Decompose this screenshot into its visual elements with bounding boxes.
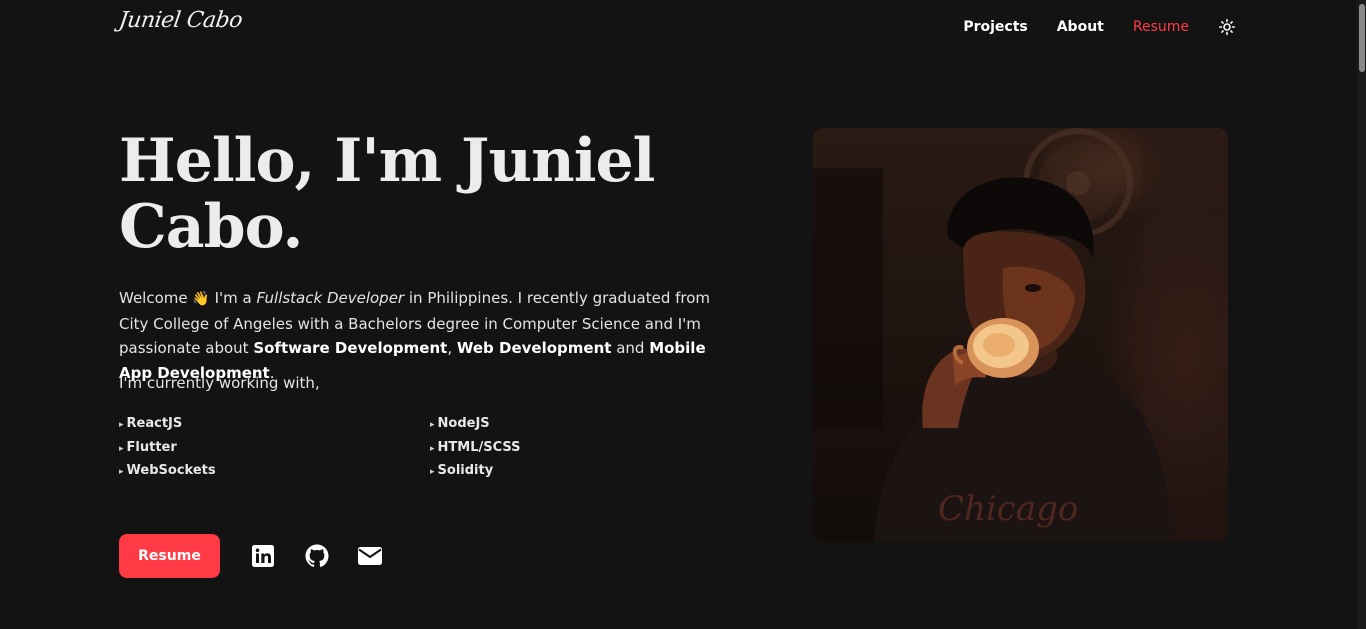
tech-label: NodeJS (437, 416, 490, 431)
nav-projects-link[interactable]: Projects (963, 19, 1027, 35)
tech-label: Flutter (126, 439, 177, 455)
tech-label: Solidity (437, 463, 494, 478)
site-logo[interactable]: Juniel Cabo (117, 8, 244, 33)
page: Juniel Cabo Projects About Resume Hello,… (0, 0, 1366, 629)
main-nav: Projects About Resume (963, 18, 1236, 36)
svg-text:Chicago: Chicago (938, 489, 1078, 529)
tech-list-left: ▸ ReactJS ▸ Flutter ▸ WebSockets (119, 413, 216, 484)
intro-separator: and (611, 339, 650, 357)
tech-list-right: ▸ NodeJS ▸ HTML/SCSS ▸ Solidity (430, 413, 521, 484)
intro-role: Fullstack Developer (256, 289, 405, 307)
working-with-label: I'm currently working with, (119, 374, 320, 392)
tech-item: ▸ HTML/SCSS (430, 437, 521, 461)
intro-paragraph: Welcome 👋 I'm a Fullstack Developer in P… (119, 286, 729, 385)
tech-label: WebSockets (126, 463, 216, 478)
hero-title: Hello, I'm Juniel Cabo. (119, 126, 655, 262)
linkedin-icon[interactable] (251, 544, 275, 568)
triangle-bullet-icon: ▸ (430, 420, 435, 430)
profile-photo: Chicago (813, 128, 1228, 542)
nav-resume-link[interactable]: Resume (1133, 19, 1189, 35)
intro-skill: Web Development (456, 339, 612, 357)
resume-button[interactable]: Resume (119, 534, 220, 578)
nav-about-link[interactable]: About (1057, 19, 1104, 35)
tech-item: ▸ Solidity (430, 460, 521, 484)
tech-item: ▸ NodeJS (430, 413, 521, 437)
tech-item: ▸ WebSockets (119, 460, 216, 484)
tech-label: HTML/SCSS (437, 439, 521, 455)
triangle-bullet-icon: ▸ (119, 443, 124, 454)
github-icon[interactable] (305, 544, 329, 568)
page-scrollbar[interactable] (1357, 0, 1366, 629)
intro-skill: Software Development (253, 339, 448, 357)
sun-icon[interactable] (1218, 18, 1236, 36)
intro-text: I'm a (209, 289, 257, 307)
triangle-bullet-icon: ▸ (430, 443, 435, 454)
intro-welcome: Welcome (119, 289, 188, 307)
triangle-bullet-icon: ▸ (119, 467, 124, 477)
wave-emoji: 👋 (192, 291, 210, 307)
mail-icon[interactable] (358, 544, 382, 568)
tech-label: ReactJS (126, 416, 183, 431)
tech-item: ▸ ReactJS (119, 413, 216, 437)
tech-item: ▸ Flutter (119, 437, 216, 461)
intro-separator: , (447, 339, 457, 357)
scrollbar-thumb[interactable] (1359, 4, 1365, 72)
triangle-bullet-icon: ▸ (430, 467, 435, 477)
triangle-bullet-icon: ▸ (119, 420, 124, 430)
